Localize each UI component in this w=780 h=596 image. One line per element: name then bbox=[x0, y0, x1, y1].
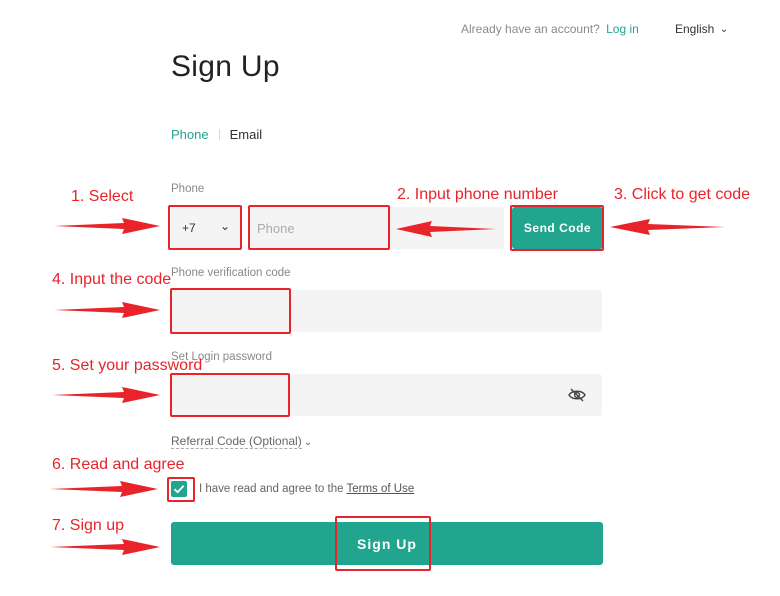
agreement-text: I have read and agree to the Terms of Us… bbox=[199, 483, 414, 495]
annotation-box-checkbox bbox=[167, 477, 195, 502]
annotation-step-7: 7. Sign up bbox=[52, 517, 125, 534]
annotation-box-phone bbox=[248, 205, 390, 250]
arrow-right-icon bbox=[50, 481, 158, 497]
login-prompt-text: Already have an account? bbox=[461, 22, 600, 36]
tab-divider bbox=[218, 129, 220, 140]
chevron-down-icon: ⌄ bbox=[303, 437, 313, 448]
verification-code-label: Phone verification code bbox=[171, 267, 291, 279]
agreement-label: I have read and agree to the bbox=[199, 483, 344, 495]
referral-code-label: Referral Code (Optional) bbox=[171, 434, 302, 449]
tab-email[interactable]: Email bbox=[230, 127, 263, 142]
annotation-step-4: 4. Input the code bbox=[52, 271, 172, 288]
annotation-box-send-code bbox=[510, 205, 604, 251]
annotation-box-password bbox=[170, 373, 290, 417]
annotation-box-code bbox=[170, 288, 291, 334]
referral-code-toggle[interactable]: Referral Code (Optional) ⌄ bbox=[171, 434, 313, 449]
tab-phone[interactable]: Phone bbox=[171, 127, 209, 142]
annotation-step-2: 2. Input phone number bbox=[397, 186, 559, 203]
terms-of-use-link[interactable]: Terms of Use bbox=[347, 483, 415, 495]
annotation-step-1: 1. Select bbox=[71, 188, 134, 205]
annotation-step-3: 3. Click to get code bbox=[614, 186, 751, 203]
arrow-right-icon bbox=[54, 302, 160, 318]
arrow-right-icon bbox=[52, 387, 160, 403]
arrow-right-icon bbox=[50, 539, 160, 555]
login-prompt: Already have an account? Log in bbox=[461, 22, 639, 36]
annotation-step-5: 5. Set your password bbox=[52, 357, 203, 374]
annotation-step-6: 6. Read and agree bbox=[52, 456, 185, 473]
annotation-box-signup bbox=[335, 516, 431, 571]
phone-label: Phone bbox=[171, 183, 205, 195]
arrow-left-icon bbox=[396, 221, 496, 237]
login-link[interactable]: Log in bbox=[606, 22, 639, 36]
arrow-right-icon bbox=[54, 218, 160, 234]
page-title: Sign Up bbox=[171, 50, 280, 83]
annotation-box-country bbox=[168, 205, 242, 250]
signup-tabs: Phone Email bbox=[171, 127, 262, 142]
eye-off-icon[interactable] bbox=[568, 388, 586, 402]
language-label: English bbox=[675, 22, 715, 36]
language-selector[interactable]: English ⌄ bbox=[675, 22, 728, 36]
chevron-down-icon: ⌄ bbox=[719, 24, 729, 35]
arrow-left-icon bbox=[610, 219, 725, 235]
